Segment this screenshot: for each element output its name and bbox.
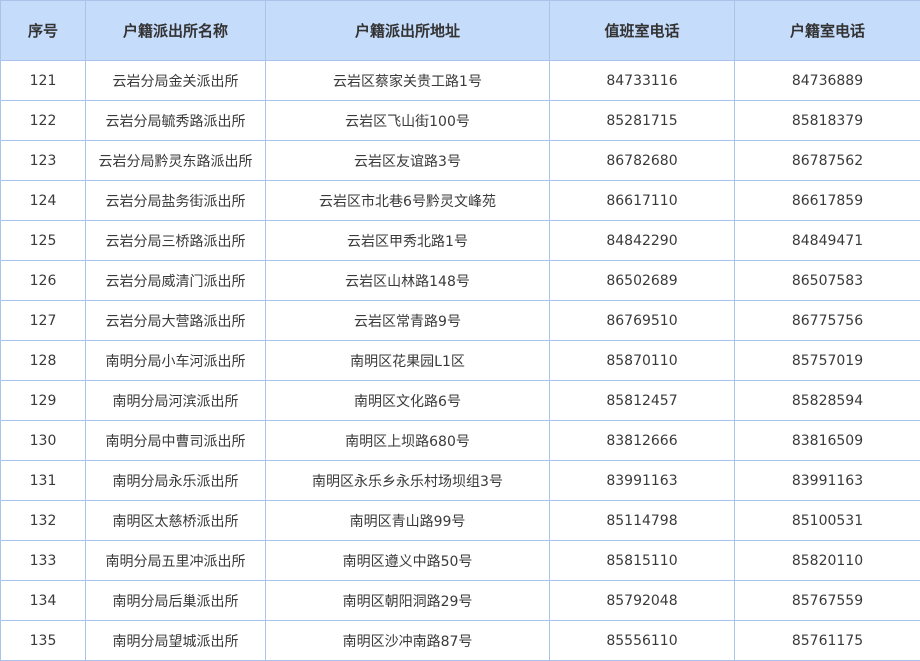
cell-station-name: 南明分局五里冲派出所 [86,541,266,581]
cell-duty-phone: 86782680 [550,141,735,181]
cell-registry-phone: 85820110 [735,541,920,581]
cell-index: 130 [1,421,86,461]
cell-station-name: 云岩分局毓秀路派出所 [86,101,266,141]
header-row: 序号 户籍派出所名称 户籍派出所地址 值班室电话 户籍室电话 [1,1,920,61]
table-body: 121 云岩分局金关派出所 云岩区蔡家关贵工路1号 84733116 84736… [1,61,920,661]
cell-duty-phone: 83991163 [550,461,735,501]
police-station-table: 序号 户籍派出所名称 户籍派出所地址 值班室电话 户籍室电话 121 云岩分局金… [0,0,920,661]
header-station-name: 户籍派出所名称 [86,1,266,61]
cell-duty-phone: 84842290 [550,221,735,261]
cell-duty-phone: 85870110 [550,341,735,381]
cell-index: 134 [1,581,86,621]
cell-duty-phone: 85792048 [550,581,735,621]
table-row: 133 南明分局五里冲派出所 南明区遵义中路50号 85815110 85820… [1,541,920,581]
cell-station-name: 南明分局永乐派出所 [86,461,266,501]
header-index: 序号 [1,1,86,61]
cell-registry-phone: 85761175 [735,621,920,661]
cell-duty-phone: 86769510 [550,301,735,341]
cell-registry-phone: 84736889 [735,61,920,101]
cell-duty-phone: 85281715 [550,101,735,141]
cell-station-address: 云岩区友谊路3号 [266,141,550,181]
table-row: 131 南明分局永乐派出所 南明区永乐乡永乐村场坝组3号 83991163 83… [1,461,920,501]
table-row: 126 云岩分局威清门派出所 云岩区山林路148号 86502689 86507… [1,261,920,301]
table-row: 134 南明分局后巢派出所 南明区朝阳洞路29号 85792048 857675… [1,581,920,621]
cell-index: 123 [1,141,86,181]
cell-station-name: 南明分局望城派出所 [86,621,266,661]
cell-duty-phone: 86502689 [550,261,735,301]
cell-station-name: 云岩分局黔灵东路派出所 [86,141,266,181]
cell-station-address: 南明区朝阳洞路29号 [266,581,550,621]
table-row: 121 云岩分局金关派出所 云岩区蔡家关贵工路1号 84733116 84736… [1,61,920,101]
cell-station-name: 南明分局中曹司派出所 [86,421,266,461]
table-row: 125 云岩分局三桥路派出所 云岩区甲秀北路1号 84842290 848494… [1,221,920,261]
cell-registry-phone: 85767559 [735,581,920,621]
table-row: 129 南明分局河滨派出所 南明区文化路6号 85812457 85828594 [1,381,920,421]
cell-registry-phone: 85818379 [735,101,920,141]
cell-registry-phone: 83991163 [735,461,920,501]
cell-index: 124 [1,181,86,221]
cell-station-address: 云岩区蔡家关贵工路1号 [266,61,550,101]
cell-registry-phone: 86787562 [735,141,920,181]
cell-station-name: 南明分局河滨派出所 [86,381,266,421]
cell-duty-phone: 84733116 [550,61,735,101]
cell-index: 122 [1,101,86,141]
cell-index: 121 [1,61,86,101]
cell-duty-phone: 85815110 [550,541,735,581]
table-row: 128 南明分局小车河派出所 南明区花果园L1区 85870110 857570… [1,341,920,381]
table-header: 序号 户籍派出所名称 户籍派出所地址 值班室电话 户籍室电话 [1,1,920,61]
cell-station-name: 云岩分局大营路派出所 [86,301,266,341]
cell-station-address: 南明区花果园L1区 [266,341,550,381]
cell-registry-phone: 85757019 [735,341,920,381]
cell-registry-phone: 86617859 [735,181,920,221]
cell-index: 129 [1,381,86,421]
table-row: 123 云岩分局黔灵东路派出所 云岩区友谊路3号 86782680 867875… [1,141,920,181]
cell-station-name: 南明分局后巢派出所 [86,581,266,621]
table-row: 127 云岩分局大营路派出所 云岩区常青路9号 86769510 8677575… [1,301,920,341]
cell-index: 131 [1,461,86,501]
cell-registry-phone: 86507583 [735,261,920,301]
header-registry-phone: 户籍室电话 [735,1,920,61]
cell-duty-phone: 85812457 [550,381,735,421]
cell-station-name: 云岩分局盐务街派出所 [86,181,266,221]
table-row: 135 南明分局望城派出所 南明区沙冲南路87号 85556110 857611… [1,621,920,661]
cell-registry-phone: 86775756 [735,301,920,341]
cell-station-name: 云岩分局金关派出所 [86,61,266,101]
cell-registry-phone: 85828594 [735,381,920,421]
cell-station-address: 南明区遵义中路50号 [266,541,550,581]
cell-station-address: 云岩区甲秀北路1号 [266,221,550,261]
cell-index: 133 [1,541,86,581]
cell-index: 127 [1,301,86,341]
cell-index: 135 [1,621,86,661]
cell-station-name: 云岩分局三桥路派出所 [86,221,266,261]
cell-registry-phone: 84849471 [735,221,920,261]
cell-index: 128 [1,341,86,381]
cell-duty-phone: 85556110 [550,621,735,661]
table-row: 122 云岩分局毓秀路派出所 云岩区飞山街100号 85281715 85818… [1,101,920,141]
cell-index: 126 [1,261,86,301]
cell-station-address: 云岩区常青路9号 [266,301,550,341]
cell-duty-phone: 83812666 [550,421,735,461]
cell-station-address: 南明区青山路99号 [266,501,550,541]
header-duty-phone: 值班室电话 [550,1,735,61]
cell-station-address: 云岩区飞山街100号 [266,101,550,141]
header-station-address: 户籍派出所地址 [266,1,550,61]
table-row: 132 南明区太慈桥派出所 南明区青山路99号 85114798 8510053… [1,501,920,541]
table-row: 130 南明分局中曹司派出所 南明区上坝路680号 83812666 83816… [1,421,920,461]
cell-duty-phone: 86617110 [550,181,735,221]
cell-station-address: 云岩区山林路148号 [266,261,550,301]
cell-duty-phone: 85114798 [550,501,735,541]
cell-station-name: 云岩分局威清门派出所 [86,261,266,301]
cell-registry-phone: 85100531 [735,501,920,541]
cell-station-name: 南明分局小车河派出所 [86,341,266,381]
cell-station-address: 云岩区市北巷6号黔灵文峰苑 [266,181,550,221]
cell-station-address: 南明区文化路6号 [266,381,550,421]
table-row: 124 云岩分局盐务街派出所 云岩区市北巷6号黔灵文峰苑 86617110 86… [1,181,920,221]
cell-station-address: 南明区上坝路680号 [266,421,550,461]
cell-registry-phone: 83816509 [735,421,920,461]
cell-index: 132 [1,501,86,541]
cell-station-address: 南明区沙冲南路87号 [266,621,550,661]
cell-index: 125 [1,221,86,261]
cell-station-name: 南明区太慈桥派出所 [86,501,266,541]
cell-station-address: 南明区永乐乡永乐村场坝组3号 [266,461,550,501]
